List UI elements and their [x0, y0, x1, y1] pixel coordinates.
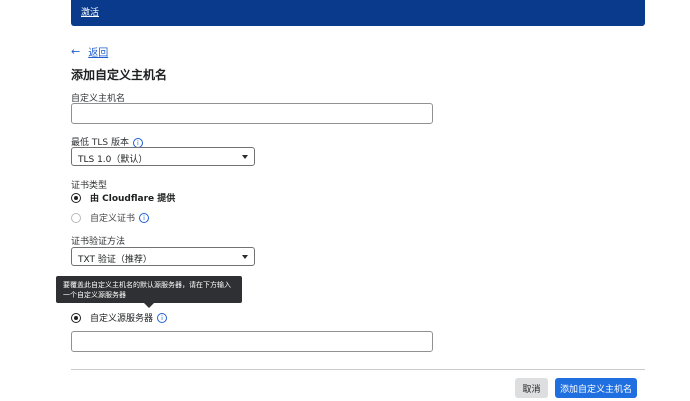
back-label: 返回: [88, 48, 109, 59]
page-title: 添加自定义主机名: [71, 68, 168, 82]
tls-selected-value: TLS 1.0（默认）: [78, 155, 148, 165]
verify-selected-value: TXT 验证（推荐）: [78, 255, 152, 265]
radio-cloudflare-label: 由 Cloudflare 提供: [90, 194, 176, 204]
radio-button[interactable]: [71, 212, 81, 223]
footer-divider: [71, 369, 645, 370]
radio-cloudflare-cert[interactable]: 由 Cloudflare 提供: [71, 191, 175, 204]
arrow-left-icon: ←: [71, 45, 81, 58]
hostname-input[interactable]: [71, 103, 433, 124]
radio-button-checked[interactable]: [71, 312, 81, 323]
radio-custom-label: 自定义证书: [90, 214, 136, 224]
custom-origin-input[interactable]: [71, 331, 433, 352]
verify-method-select[interactable]: TXT 验证（推荐）: [71, 247, 255, 266]
radio-custom-cert[interactable]: 自定义证书 i: [71, 211, 150, 224]
back-link[interactable]: ← 返回: [71, 44, 108, 59]
tls-version-select[interactable]: TLS 1.0（默认）: [71, 147, 255, 166]
cert-type-label: 证书类型: [71, 178, 107, 191]
caret-down-icon: [242, 255, 248, 259]
info-icon[interactable]: i: [132, 137, 143, 148]
add-hostname-button[interactable]: 添加自定义主机名: [555, 378, 637, 398]
verify-method-label: 证书验证方法: [71, 234, 125, 247]
verify-method-label-text: 证书验证方法: [71, 237, 126, 247]
custom-origin-label: 自定义源服务器: [90, 314, 154, 324]
caret-down-icon: [242, 155, 248, 159]
info-icon[interactable]: i: [139, 212, 150, 223]
radio-button-checked[interactable]: [71, 192, 81, 203]
radio-custom-origin[interactable]: 自定义源服务器 i: [71, 311, 168, 324]
notification-banner: 激活: [71, 0, 645, 26]
activate-link[interactable]: 激活: [81, 5, 99, 18]
cancel-button[interactable]: 取消: [515, 378, 548, 398]
info-icon[interactable]: i: [157, 312, 168, 323]
origin-tooltip: 要覆盖此自定义主机名的默认源服务器，请在下方输入一个自定义源服务器: [56, 276, 242, 308]
cert-type-label-text: 证书类型: [71, 181, 108, 191]
